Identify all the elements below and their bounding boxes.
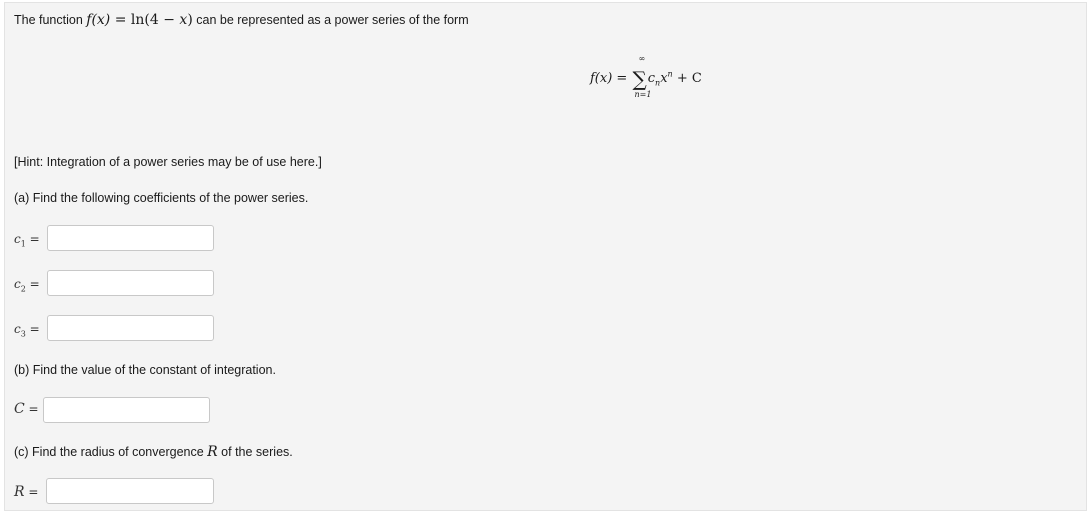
c2-label: c2 =	[14, 277, 40, 294]
intro-text-after: can be represented as a power series of …	[192, 13, 469, 27]
part-b-prompt: (b) Find the value of the constant of in…	[14, 363, 276, 377]
sigma-lower-limit: n=1	[634, 90, 652, 99]
formula-plus-c: + C	[672, 71, 702, 86]
term-c: c	[647, 71, 656, 86]
function-expression: f(x) = ln(4 − x)	[86, 12, 193, 28]
c1-input[interactable]	[47, 225, 214, 251]
intro-text: The function f(x) = ln(4 − x) can be rep…	[14, 12, 469, 28]
part-a-prompt: (a) Find the following coefficients of t…	[14, 191, 309, 205]
intro-text-before: The function	[14, 13, 87, 27]
radius-r-input[interactable]	[46, 478, 214, 504]
formula-eq: =	[612, 71, 632, 86]
c2-input[interactable]	[47, 270, 214, 296]
term-x: x	[660, 71, 668, 86]
function-lhs: f(x)	[86, 12, 111, 28]
sigma-upper-limit: ∞	[638, 54, 646, 63]
c1-label: c1 =	[14, 232, 40, 249]
radius-r-label: R =	[14, 484, 39, 500]
part-c-prompt: (c) Find the radius of convergence R of …	[14, 444, 293, 460]
c3-input[interactable]	[47, 315, 214, 341]
constant-c-input[interactable]	[43, 397, 210, 423]
question-panel: The function f(x) = ln(4 − x) can be rep…	[4, 2, 1087, 511]
c3-label: c3 =	[14, 322, 40, 339]
sigma-symbol: ∑ ∞ n=1	[632, 54, 652, 99]
formula-lhs: f(x)	[590, 71, 613, 86]
hint-text: [Hint: Integration of a power series may…	[14, 155, 322, 169]
constant-c-label: C =	[14, 401, 39, 417]
function-eq: = ln(4 −	[110, 12, 180, 28]
power-series-formula: f(x) = ∑ ∞ n=1 cnxn + C	[590, 54, 702, 99]
